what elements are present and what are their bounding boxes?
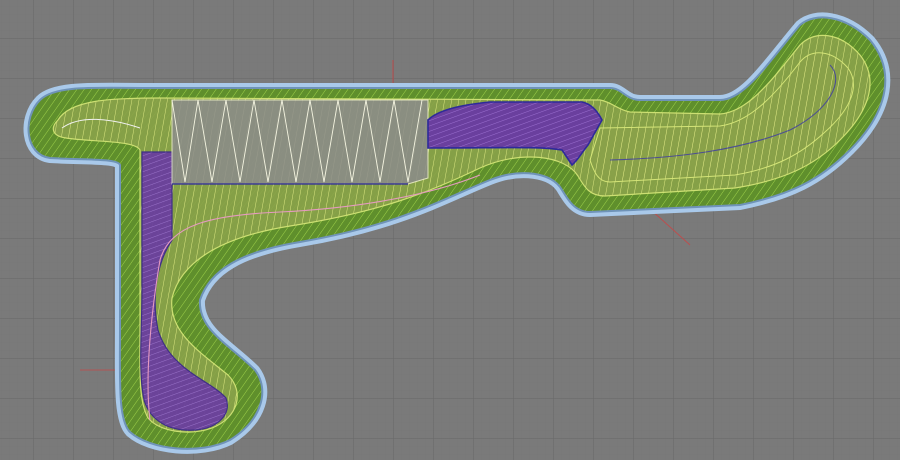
mesh-region-zigzag-straight[interactable] <box>171 99 429 185</box>
wireframe-canvas <box>23 12 891 454</box>
viewport[interactable] <box>0 0 900 460</box>
